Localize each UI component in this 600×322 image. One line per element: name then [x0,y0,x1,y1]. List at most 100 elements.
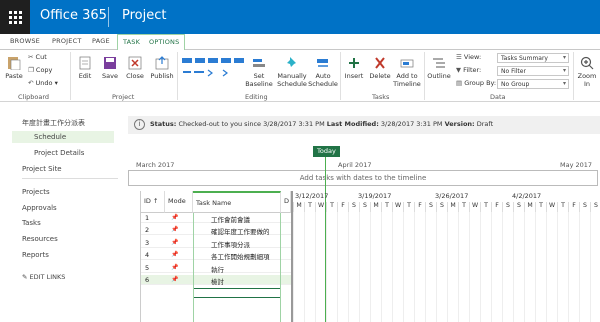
gantt-day-label: M [370,202,381,212]
pushpin-icon: 📌 [171,226,179,234]
pushpin-icon: 📌 [171,238,179,246]
close-icon [128,56,142,70]
gantt-gridline [557,212,558,322]
gantt-gridline [337,212,338,322]
tab-project[interactable]: PROJECT [52,37,82,45]
gantt-gridline [590,212,591,322]
paste-button[interactable]: Paste [4,56,24,80]
column-header-task-name[interactable]: Task Name [193,191,281,213]
gantt-gridline [381,212,382,322]
edit-icon [79,56,91,70]
undo-button[interactable]: ↶ Undo ▾ [28,79,58,87]
gantt-day-label: F [491,202,502,212]
nav-project-site[interactable]: Project Site [22,165,62,173]
app-launcher-icon[interactable] [0,0,30,34]
gantt-gridline [304,212,305,322]
app-title[interactable]: Project [122,8,166,23]
pushpin-icon: 📌 [171,214,179,221]
divider [70,52,71,100]
pushpin-icon: 📌 [171,263,179,271]
view-icon: ☰ [456,53,462,61]
gantt-gridline [447,212,448,322]
gantt-day-label: S [513,202,524,212]
gantt-week-label: 4/2/2017 [512,192,542,200]
gantt-day-label: T [304,202,315,212]
task-id: 6 [145,276,150,284]
nav-projects[interactable]: Projects [22,188,50,196]
left-nav: 年度計畫工作分派表 Schedule Project Details Proje… [0,102,122,322]
gantt-day-label: F [414,202,425,212]
gantt-day-label: M [524,202,535,212]
delete-button[interactable]: Delete [368,56,392,80]
group-by-label: ▤ Group By: [456,79,496,87]
view-text: View: [463,53,482,61]
gantt-day-label: T [326,202,337,212]
close-button[interactable]: Close [124,56,146,80]
gantt-gridline [348,212,349,322]
task-grid: ID ↑ Mode Task Name D 1 📌 工作會前會議 2 📌 確認年度工作要做… [140,191,291,322]
gantt-day-label: W [546,202,557,212]
edit-links-button[interactable]: ✎ EDIT LINKS [22,273,65,281]
paste-label: Paste [5,72,23,80]
nav-reports[interactable]: Reports [22,251,49,259]
gantt-gridline [502,212,503,322]
divider [108,7,109,27]
tab-options[interactable]: OPTIONS [144,34,186,50]
zoom-in-button[interactable]: Zoom In [576,56,598,88]
task-id: 3 [145,238,150,247]
gantt-day-label: M [447,202,458,212]
divider [573,52,574,100]
gantt-day-label: W [315,202,326,212]
gantt-day-label: T [535,202,546,212]
edit-label: Edit [78,72,92,80]
tab-task[interactable]: TASK [117,34,147,50]
add-to-timeline-button[interactable]: Add to Timeline [393,56,421,88]
task-id: 1 [145,214,150,222]
gantt-gridline [425,212,426,322]
cut-button[interactable]: ✂ Cut [28,53,47,61]
column-header-id[interactable]: ID ↑ [141,191,165,213]
brand-label[interactable]: Office 365 [40,8,107,23]
nav-schedule[interactable]: Schedule [12,131,114,143]
timeline-bar[interactable]: Add tasks with dates to the timeline [128,170,598,186]
column-header-duration[interactable]: D [281,191,291,213]
manually-schedule-button[interactable]: Manually Schedule [276,56,308,88]
timeline-month: May 2017 [560,161,593,169]
timeline-placeholder: Add tasks with dates to the timeline [299,174,427,182]
copy-button[interactable]: ❐ Copy [28,66,52,74]
publish-button[interactable]: Publish [150,56,174,80]
gantt-day-label: T [403,202,414,212]
tab-page[interactable]: PAGE [92,37,110,45]
column-header-mode[interactable]: Mode [165,191,193,213]
set-baseline-button[interactable]: Set Baseline [244,56,274,88]
group-text: Group By: [464,79,497,87]
save-button[interactable]: Save [101,56,119,80]
gantt-gridline [579,212,580,322]
nav-approvals[interactable]: Approvals [22,204,57,212]
tab-browse[interactable]: BROWSE [10,37,40,45]
view-select[interactable]: Tasks Summary [497,53,569,63]
nav-project-details[interactable]: Project Details [34,149,84,157]
copy-label: Copy [35,66,53,74]
insert-button[interactable]: Insert [343,56,365,80]
group-by-select[interactable]: No Group [497,79,569,89]
status-bar: i Status: Checked-out to you since 3/28/… [128,116,600,134]
nav-resources[interactable]: Resources [22,235,58,243]
zoom-in-label: Zoom In [577,72,597,88]
gantt-gridline [403,212,404,322]
delete-icon [375,57,385,69]
auto-schedule-icon [317,59,328,67]
percent-complete-icon[interactable] [181,56,245,80]
filter-select[interactable]: No Filter [497,66,569,76]
undo-icon: ↶ [28,79,34,87]
outline-icon [433,58,445,68]
gantt-gridline [568,212,569,322]
outline-button[interactable]: Outline [426,56,452,80]
auto-schedule-button[interactable]: Auto Schedule [308,56,338,88]
nav-tasks[interactable]: Tasks [22,219,41,227]
gantt-gridline [469,212,470,322]
gantt-day-label: T [381,202,392,212]
edit-button[interactable]: Edit [76,56,94,80]
save-label: Save [102,72,118,80]
nav-project-name[interactable]: 年度計畫工作分派表 [22,118,85,128]
